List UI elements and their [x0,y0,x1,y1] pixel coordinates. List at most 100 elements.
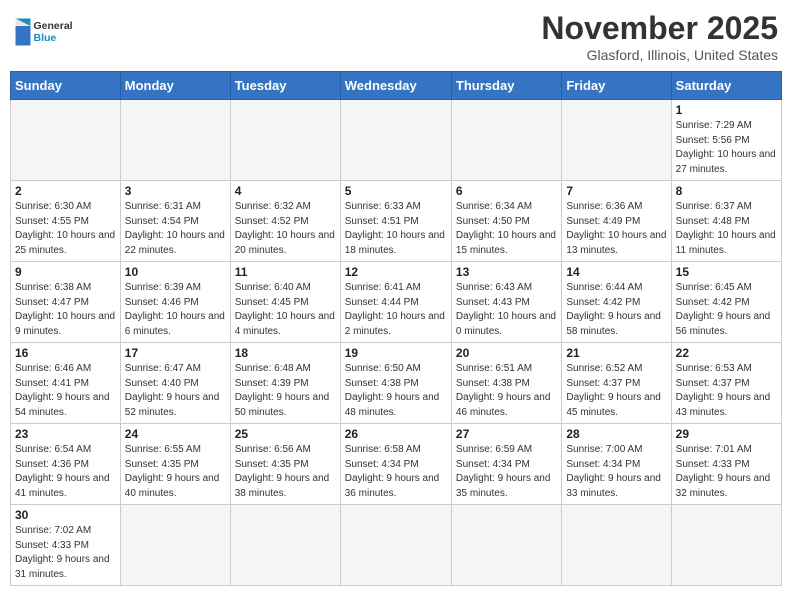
weekday-header-friday: Friday [562,72,671,100]
day-info: Sunrise: 6:40 AM Sunset: 4:45 PM Dayligh… [235,281,336,339]
calendar-cell [562,505,671,586]
day-info: Sunrise: 6:45 AM Sunset: 4:42 PM Dayligh… [676,281,777,339]
calendar-cell: 27 Sunrise: 6:59 AM Sunset: 4:34 PM Dayli… [451,424,561,505]
day-info: Sunrise: 6:33 AM Sunset: 4:51 PM Dayligh… [345,200,447,258]
day-info: Sunrise: 6:48 AM Sunset: 4:39 PM Dayligh… [235,362,336,420]
day-info: Sunrise: 7:02 AM Sunset: 4:33 PM Dayligh… [15,524,116,582]
day-number: 2 [15,184,116,198]
day-info: Sunrise: 6:44 AM Sunset: 4:42 PM Dayligh… [566,281,666,339]
day-info: Sunrise: 7:29 AM Sunset: 5:56 PM Dayligh… [676,119,777,177]
calendar-week-row: 30Sunrise: 7:02 AM Sunset: 4:33 PM Dayli… [11,505,782,586]
day-info: Sunrise: 6:34 AM Sunset: 4:50 PM Dayligh… [456,200,557,258]
day-number: 10 [125,265,226,279]
weekday-header-saturday: Saturday [671,72,781,100]
day-info: Sunrise: 6:37 AM Sunset: 4:48 PM Dayligh… [676,200,777,258]
calendar-cell: 10 Sunrise: 6:39 AM Sunset: 4:46 PM Dayli… [120,262,230,343]
day-number: 3 [125,184,226,198]
day-number: 8 [676,184,777,198]
day-info: Sunrise: 6:38 AM Sunset: 4:47 PM Dayligh… [15,281,116,339]
day-number: 9 [15,265,116,279]
day-info: Sunrise: 6:58 AM Sunset: 4:34 PM Dayligh… [345,443,447,501]
day-info: Sunrise: 6:47 AM Sunset: 4:40 PM Dayligh… [125,362,226,420]
weekday-header-tuesday: Tuesday [230,72,340,100]
day-number: 28 [566,427,666,441]
calendar-cell: 2 Sunrise: 6:30 AM Sunset: 4:55 PM Daylig… [11,181,121,262]
calendar-cell: 18Sunrise: 6:48 AM Sunset: 4:39 PM Dayli… [230,343,340,424]
calendar-cell: 17 Sunrise: 6:47 AM Sunset: 4:40 PM Dayli… [120,343,230,424]
day-info: Sunrise: 7:01 AM Sunset: 4:33 PM Dayligh… [676,443,777,501]
calendar-cell: 6 Sunrise: 6:34 AM Sunset: 4:50 PM Daylig… [451,181,561,262]
calendar-cell: 3 Sunrise: 6:31 AM Sunset: 4:54 PM Daylig… [120,181,230,262]
day-number: 5 [345,184,447,198]
calendar-cell: 29 Sunrise: 7:01 AM Sunset: 4:33 PM Dayli… [671,424,781,505]
calendar-cell: 14 Sunrise: 6:44 AM Sunset: 4:42 PM Dayli… [562,262,671,343]
day-info: Sunrise: 6:52 AM Sunset: 4:37 PM Dayligh… [566,362,666,420]
calendar-cell: 16 Sunrise: 6:46 AM Sunset: 4:41 PM Dayli… [11,343,121,424]
calendar-cell: 30Sunrise: 7:02 AM Sunset: 4:33 PM Dayli… [11,505,121,586]
calendar-cell: 4Sunrise: 6:32 AM Sunset: 4:52 PM Daylig… [230,181,340,262]
day-info: Sunrise: 6:31 AM Sunset: 4:54 PM Dayligh… [125,200,226,258]
calendar-cell [230,100,340,181]
day-number: 11 [235,265,336,279]
day-number: 7 [566,184,666,198]
calendar-cell: 12 Sunrise: 6:41 AM Sunset: 4:44 PM Dayli… [340,262,451,343]
day-number: 13 [456,265,557,279]
day-info: Sunrise: 6:51 AM Sunset: 4:38 PM Dayligh… [456,362,557,420]
day-info: Sunrise: 6:53 AM Sunset: 4:37 PM Dayligh… [676,362,777,420]
day-number: 20 [456,346,557,360]
calendar-cell: 26Sunrise: 6:58 AM Sunset: 4:34 PM Dayli… [340,424,451,505]
day-info: Sunrise: 7:00 AM Sunset: 4:34 PM Dayligh… [566,443,666,501]
calendar-cell: 22 Sunrise: 6:53 AM Sunset: 4:37 PM Dayli… [671,343,781,424]
month-title: November 2025 [541,10,778,47]
calendar-cell [451,505,561,586]
day-info: Sunrise: 6:46 AM Sunset: 4:41 PM Dayligh… [15,362,116,420]
day-number: 16 [15,346,116,360]
day-number: 14 [566,265,666,279]
svg-text:General: General [34,20,73,32]
calendar-week-row: 1Sunrise: 7:29 AM Sunset: 5:56 PM Daylig… [11,100,782,181]
calendar-cell [11,100,121,181]
calendar-cell: 28 Sunrise: 7:00 AM Sunset: 4:34 PM Dayli… [562,424,671,505]
calendar-cell: 21 Sunrise: 6:52 AM Sunset: 4:37 PM Dayli… [562,343,671,424]
day-number: 19 [345,346,447,360]
day-number: 22 [676,346,777,360]
day-info: Sunrise: 6:41 AM Sunset: 4:44 PM Dayligh… [345,281,447,339]
calendar-cell: 1Sunrise: 7:29 AM Sunset: 5:56 PM Daylig… [671,100,781,181]
calendar-cell [230,505,340,586]
day-info: Sunrise: 6:56 AM Sunset: 4:35 PM Dayligh… [235,443,336,501]
calendar-cell: 8 Sunrise: 6:37 AM Sunset: 4:48 PM Daylig… [671,181,781,262]
calendar-cell [340,100,451,181]
day-number: 17 [125,346,226,360]
calendar-cell: 9 Sunrise: 6:38 AM Sunset: 4:47 PM Daylig… [11,262,121,343]
day-info: Sunrise: 6:59 AM Sunset: 4:34 PM Dayligh… [456,443,557,501]
logo-svg: General Blue [14,10,74,54]
calendar-cell: 5 Sunrise: 6:33 AM Sunset: 4:51 PM Daylig… [340,181,451,262]
calendar-cell: 7 Sunrise: 6:36 AM Sunset: 4:49 PM Daylig… [562,181,671,262]
day-info: Sunrise: 6:36 AM Sunset: 4:49 PM Dayligh… [566,200,666,258]
calendar-week-row: 9 Sunrise: 6:38 AM Sunset: 4:47 PM Daylig… [11,262,782,343]
location: Glasford, Illinois, United States [541,47,778,63]
calendar-cell: 15Sunrise: 6:45 AM Sunset: 4:42 PM Dayli… [671,262,781,343]
weekday-header-thursday: Thursday [451,72,561,100]
page-header: General Blue November 2025 Glasford, Ill… [10,10,782,63]
day-info: Sunrise: 6:54 AM Sunset: 4:36 PM Dayligh… [15,443,116,501]
calendar-cell [120,100,230,181]
day-number: 27 [456,427,557,441]
day-number: 25 [235,427,336,441]
calendar-cell: 20 Sunrise: 6:51 AM Sunset: 4:38 PM Dayli… [451,343,561,424]
calendar-cell: 24Sunrise: 6:55 AM Sunset: 4:35 PM Dayli… [120,424,230,505]
day-number: 12 [345,265,447,279]
day-number: 29 [676,427,777,441]
calendar-table: SundayMondayTuesdayWednesdayThursdayFrid… [10,71,782,586]
day-number: 21 [566,346,666,360]
calendar-cell [340,505,451,586]
day-info: Sunrise: 6:50 AM Sunset: 4:38 PM Dayligh… [345,362,447,420]
calendar-cell: 11 Sunrise: 6:40 AM Sunset: 4:45 PM Dayli… [230,262,340,343]
weekday-header-wednesday: Wednesday [340,72,451,100]
day-info: Sunrise: 6:39 AM Sunset: 4:46 PM Dayligh… [125,281,226,339]
day-info: Sunrise: 6:30 AM Sunset: 4:55 PM Dayligh… [15,200,116,258]
calendar-cell [671,505,781,586]
day-number: 6 [456,184,557,198]
day-number: 4 [235,184,336,198]
logo: General Blue [14,10,74,54]
